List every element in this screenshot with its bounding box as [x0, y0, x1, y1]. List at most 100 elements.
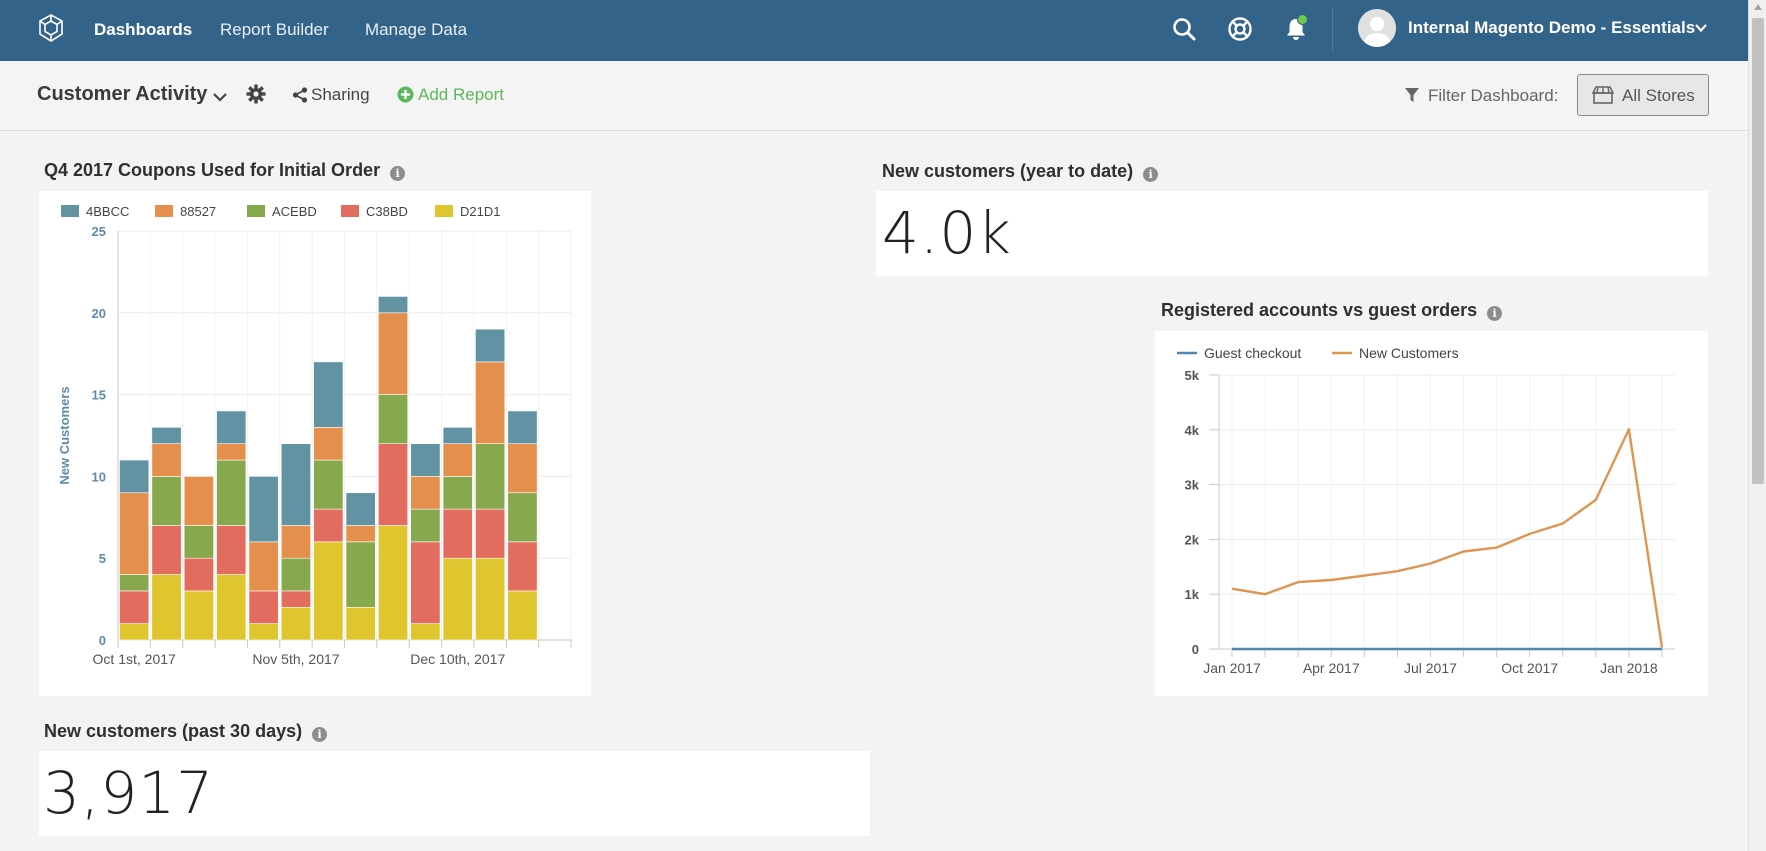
bar-segment-4BBCC [378, 296, 409, 314]
y-tick-label: 20 [92, 306, 106, 321]
legend-label-C38BD: C38BD [366, 204, 408, 219]
bar-segment-ACEBD [216, 459, 247, 526]
store-filter-button[interactable]: All Stores [1577, 74, 1709, 116]
scroll-up-arrow-icon[interactable] [1754, 4, 1762, 10]
bar-segment-C38BD [442, 508, 473, 559]
bar-segment-4BBCC [475, 328, 506, 363]
dashboard-toolbar: Customer Activity Sharing Add Report Fil… [0, 61, 1748, 131]
y-tick-label: 4k [1185, 423, 1200, 438]
page-scrollbar[interactable] [1748, 0, 1766, 851]
y-tick-label: 25 [92, 224, 106, 239]
filter-icon [1405, 88, 1419, 102]
x-tick-label: Dec 10th, 2017 [410, 651, 505, 667]
y-tick-label: 15 [92, 388, 106, 403]
info-icon[interactable]: i [1143, 167, 1159, 182]
coupons-stacked-bar-chart: 4BBCC 88527 ACEBD C38BD D21D1 0 5 10 15 20 25 New C… [57, 204, 572, 667]
bar-segment-88527 [410, 476, 441, 510]
legend-label-guest-checkout: Guest checkout [1204, 345, 1301, 361]
app-root: Dashboards Report Builder Manage Data In… [0, 0, 1766, 851]
legend-label-D21D1: D21D1 [460, 204, 500, 219]
past30-card-title: New customers (past 30 days) i [44, 721, 328, 742]
y-tick-label: 0 [99, 633, 106, 648]
bar-segment-C38BD [313, 508, 344, 543]
bar-segment-ACEBD [183, 525, 214, 559]
ytd-card-title-text: New customers (year to date) [882, 161, 1134, 181]
y-tick-label: 0 [1192, 642, 1199, 657]
bar-segment-88527 [507, 443, 538, 494]
bar-segment-4BBCC [345, 492, 376, 526]
bar-segment-4BBCC [248, 476, 279, 543]
registered-card-title: Registered accounts vs guest orders i [1161, 300, 1503, 321]
store-icon [1592, 86, 1614, 104]
y-tick-label: 1k [1185, 587, 1200, 602]
dashboard-title[interactable]: Customer Activity [37, 83, 207, 106]
bar-segment-C38BD [507, 541, 538, 592]
help-icon[interactable] [1226, 15, 1254, 43]
coupons-card-title: Q4 2017 Coupons Used for Initial Order i [44, 160, 406, 181]
registered-chart-card: Guest checkout New Customers 0 1k 2k 3k 4k 5k Ja… [1155, 331, 1708, 696]
nav-manage-data[interactable]: Manage Data [365, 20, 467, 40]
ytd-number-card: 4.0k [876, 191, 1708, 276]
ytd-card-title: New customers (year to date) i [882, 161, 1159, 182]
top-navigation-bar: Dashboards Report Builder Manage Data In… [0, 0, 1766, 61]
bar-segment-88527 [378, 312, 409, 395]
search-icon[interactable] [1170, 15, 1198, 43]
registered-card-title-text: Registered accounts vs guest orders [1161, 300, 1478, 320]
bar-segment-88527 [280, 525, 311, 559]
bar-segment-D21D1 [442, 557, 473, 641]
y-axis-label: New Customers [57, 386, 72, 484]
account-name[interactable]: Internal Magento Demo - Essentials [1408, 18, 1695, 38]
bar-segment-ACEBD [410, 508, 441, 543]
nav-dashboards[interactable]: Dashboards [94, 20, 192, 40]
user-avatar[interactable] [1358, 9, 1396, 47]
bar-segment-ACEBD [313, 459, 344, 510]
nav-report-builder[interactable]: Report Builder [220, 20, 329, 40]
user-avatar-icon [1358, 9, 1396, 47]
x-tick-label: Apr 2017 [1303, 660, 1360, 676]
bar-segment-4BBCC [119, 459, 150, 494]
coupons-card-title-text: Q4 2017 Coupons Used for Initial Order [44, 160, 381, 180]
y-tick-label: 3k [1185, 478, 1200, 493]
bar-segment-ACEBD [151, 476, 182, 526]
bar-segment-C38BD [475, 508, 506, 559]
bar-segment-D21D1 [216, 574, 247, 641]
bar-segment-C38BD [280, 590, 311, 608]
topbar-divider [1332, 8, 1333, 52]
bar-segment-D21D1 [475, 557, 506, 641]
bar-segment-D21D1 [119, 623, 150, 641]
bar-segment-ACEBD [442, 476, 473, 510]
bar-segment-88527 [313, 427, 344, 461]
sharing-button[interactable]: Sharing [292, 85, 370, 105]
bar-segment-D21D1 [410, 623, 441, 641]
scrollbar-thumb[interactable] [1752, 18, 1764, 484]
bar-segment-D21D1 [248, 623, 279, 641]
bar-segment-ACEBD [507, 492, 538, 543]
past30-number-card: 3,917 [39, 751, 870, 836]
coupons-chart-card: 4BBCC 88527 ACEBD C38BD D21D1 0 5 10 15 20 25 New C… [39, 191, 591, 696]
y-tick-label: 5 [99, 551, 106, 566]
legend-label-ACEBD: ACEBD [272, 204, 317, 219]
ytd-value: 4.0k [882, 199, 1012, 267]
add-report-button[interactable]: Add Report [397, 85, 504, 105]
bar-segment-4BBCC [313, 361, 344, 428]
legend-swatch-88527 [155, 205, 173, 217]
chevron-down-icon[interactable] [1694, 21, 1708, 35]
gear-icon[interactable] [246, 84, 266, 104]
legend-swatch-D21D1 [435, 205, 453, 217]
bar-segment-ACEBD [345, 541, 376, 608]
bar-segment-C38BD [410, 541, 441, 624]
bar-segment-4BBCC [151, 427, 182, 444]
y-tick-label: 2k [1185, 532, 1200, 547]
info-icon[interactable]: i [312, 727, 328, 742]
past30-value: 3,917 [43, 759, 215, 827]
legend-swatch-ACEBD [247, 205, 265, 217]
bar-segment-C38BD [216, 525, 247, 575]
bar-segment-D21D1 [151, 574, 182, 641]
magento-bi-logo-icon[interactable] [36, 13, 66, 43]
bar-segment-C38BD [151, 525, 182, 575]
bar-segment-D21D1 [345, 606, 376, 641]
chevron-down-icon[interactable] [212, 90, 228, 104]
notification-indicator-dot [1297, 14, 1308, 25]
info-icon[interactable]: i [1487, 306, 1503, 321]
info-icon[interactable]: i [390, 166, 406, 181]
